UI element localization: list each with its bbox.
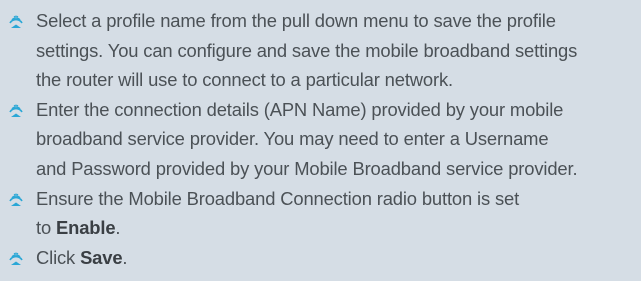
enable-keyword: Enable (56, 217, 116, 239)
step-1-line-1: Select a profile name from the pull down… (36, 10, 556, 31)
wifi-signal-icon (9, 193, 23, 206)
instruction-page: Select a profile name from the pull down… (0, 0, 641, 281)
step-3-line-1: Ensure the Mobile Broadband Connection r… (36, 187, 520, 209)
step-3-suffix: . (115, 217, 121, 239)
instruction-step-2: Enter the connection details (APN Name) … (0, 95, 641, 184)
step-2-line-2: broadband service provider. You may need… (36, 128, 549, 150)
step-2-line-1: Enter the connection details (APN Name) … (36, 98, 564, 120)
step-1-line-2: settings. You can configure and save the… (36, 39, 578, 61)
step-2-line-3: and Password provided by your Mobile Bro… (36, 157, 578, 179)
wifi-signal-icon (9, 104, 23, 117)
step-3-line-2: to Enable. (36, 213, 641, 243)
instruction-step-1: Select a profile name from the pull down… (0, 6, 641, 95)
wifi-signal-icon (9, 252, 23, 265)
step-3-prefix: to (36, 217, 56, 239)
save-keyword: Save (80, 246, 123, 268)
step-4-prefix: Click (36, 246, 81, 268)
instruction-step-4: Click Save. (0, 243, 641, 273)
step-4-line-1: Click Save. (36, 243, 641, 273)
instruction-list: Select a profile name from the pull down… (0, 6, 641, 272)
step-4-suffix: . (122, 246, 128, 268)
instruction-step-3: Ensure the Mobile Broadband Connection r… (0, 184, 641, 243)
wifi-signal-icon (9, 15, 23, 28)
step-1-line-3: the router will use to connect to a part… (36, 69, 453, 91)
